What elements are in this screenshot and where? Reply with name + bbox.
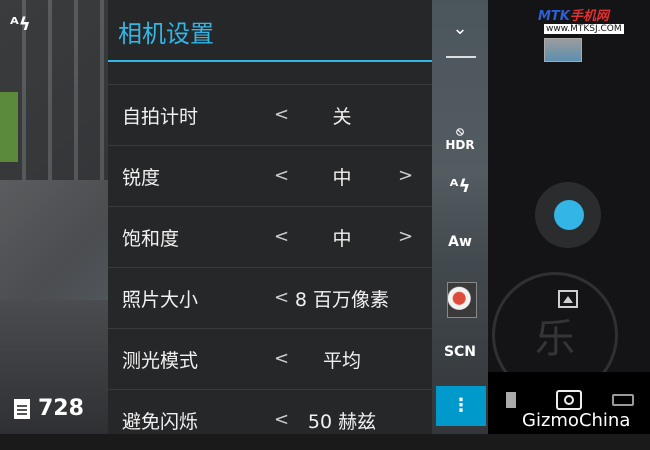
collapse-divider [446, 56, 476, 58]
video-mode-icon[interactable] [506, 392, 516, 408]
photo-mode-icon[interactable] [558, 290, 578, 308]
setting-value: 中 [332, 228, 352, 250]
storage-icon [14, 398, 30, 419]
setting-label: 照片大小 [122, 289, 199, 311]
setting-value: 中 [332, 167, 352, 189]
scene-mode-icon[interactable]: SCN [432, 344, 488, 360]
hdr-label: HDR [445, 138, 475, 152]
setting-label: 测光模式 [122, 350, 199, 372]
site-url: www.MTKSJ.COM [544, 24, 624, 34]
photo-counter: 728 [14, 396, 84, 421]
panel-title: 相机设置 [118, 20, 214, 48]
camera-options-sidebar: ⌄ ⦸ HDR ᴬϟ Aw SCN [432, 0, 488, 434]
decrease-arrow[interactable]: < [274, 226, 289, 247]
setting-row-sharpness[interactable]: 锐度 < 中 > [108, 145, 432, 206]
flash-status-icon: ᴬϟ [10, 14, 31, 35]
white-balance-auto-icon[interactable]: Aw [432, 234, 488, 250]
logo-text-red: 手机网 [569, 9, 609, 24]
remaining-shots: 728 [38, 396, 84, 421]
decrease-arrow[interactable]: < [274, 409, 289, 430]
decrease-arrow[interactable]: < [274, 287, 289, 308]
setting-label: 饱和度 [122, 228, 180, 250]
increase-arrow[interactable]: > [398, 165, 413, 186]
gizmochina-watermark: GizmoChina [522, 410, 631, 431]
overflow-menu-icon: ⋮ [452, 395, 470, 416]
hdr-off-icon[interactable]: ⦸ HDR [432, 124, 488, 152]
logo-text-blue: MTK [538, 9, 570, 24]
setting-value: 50 赫兹 [307, 411, 377, 433]
setting-row-picture-size[interactable]: 照片大小 < 8 百万像素 [108, 267, 432, 328]
setting-row-self-timer[interactable]: 自拍计时 < 关 [108, 84, 432, 145]
viewfinder-green-key [0, 92, 18, 162]
setting-value: 8 百万像素 [294, 289, 390, 311]
decrease-arrow[interactable]: < [274, 348, 289, 369]
decrease-arrow[interactable]: < [274, 104, 289, 125]
setting-label: 避免闪烁 [122, 411, 199, 433]
gallery-thumbnail[interactable] [544, 38, 582, 62]
setting-row-saturation[interactable]: 饱和度 < 中 > [108, 206, 432, 267]
flash-auto-icon[interactable]: ᴬϟ [432, 176, 488, 197]
decrease-arrow[interactable]: < [274, 165, 289, 186]
overflow-menu-button[interactable]: ⋮ [436, 386, 486, 426]
hdr-off-symbol: ⦸ [456, 124, 464, 138]
setting-value: 平均 [322, 350, 361, 372]
setting-label: 锐度 [122, 167, 161, 189]
color-effect-icon[interactable] [447, 282, 477, 318]
setting-label: 自拍计时 [122, 106, 199, 128]
setting-value: 关 [332, 106, 352, 128]
setting-row-metering[interactable]: 测光模式 < 平均 [108, 328, 432, 389]
panel-header: 相机设置 [108, 0, 432, 62]
site-logo: MTK手机网 [538, 5, 609, 24]
chevron-down-icon[interactable]: ⌄ [432, 18, 488, 39]
panorama-icon[interactable] [612, 394, 634, 406]
camera-settings-panel: 相机设置 自拍计时 < 关 锐度 < 中 > 饱和度 < 中 > 照片大小 < … [108, 0, 432, 434]
setting-row-anti-flicker[interactable]: 避免闪烁 < 50 赫兹 [108, 389, 432, 450]
shutter-button-icon[interactable] [554, 200, 584, 230]
camera-icon[interactable] [556, 390, 582, 410]
increase-arrow[interactable]: > [398, 226, 413, 247]
